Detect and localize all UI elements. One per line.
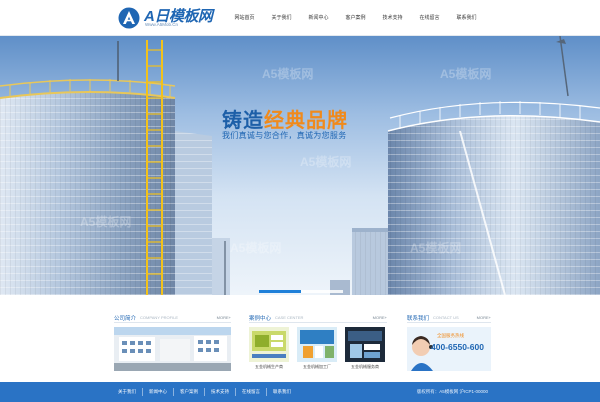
- cases-title-en: CASE CENTER: [275, 315, 304, 320]
- case-item[interactable]: 五金机械服务商: [345, 327, 385, 371]
- case-thumb-2: [297, 327, 337, 362]
- svg-text:A5模板网: A5模板网: [262, 66, 313, 81]
- hotline-label: 全国服务热线: [437, 333, 464, 338]
- case-item[interactable]: 五金机械加工厂: [297, 327, 337, 371]
- footer-link-support[interactable]: 技术支持: [205, 388, 236, 396]
- hero-subtitle: 我们真诚与您合作，真诚为您服务: [222, 131, 347, 140]
- footer-link-news[interactable]: 新闻中心: [143, 388, 174, 396]
- hotline-number: 400-6550-600: [431, 342, 484, 352]
- nav-home[interactable]: 网站首页: [226, 0, 263, 36]
- footer-links: 关于我们 新闻中心 客户案例 技术支持 在线留言 联系我们: [118, 382, 297, 402]
- footer-copyright: 版权所有：A5模板网 沪ICP1-00000: [416, 389, 488, 394]
- company-section-header: 公司简介 COMPANY PROFILE MORE+: [114, 314, 231, 323]
- cases-title: 案例中心: [249, 316, 272, 322]
- factory-image: [114, 327, 231, 371]
- svg-text:A5模板网: A5模板网: [440, 66, 491, 81]
- slogan-part-2: 经典品牌: [264, 110, 348, 132]
- hero-banner[interactable]: A5模板网 A5模板网 A5模板网 A5模板网 A5模板网 A5模板网 铸造经典…: [0, 36, 600, 295]
- logo-subtitle: Www.A5Mob.Cn: [145, 22, 179, 27]
- cases-more-link[interactable]: MORE+: [373, 315, 387, 320]
- slide-dot-2[interactable]: [301, 290, 343, 293]
- svg-text:A5模板网: A5模板网: [300, 154, 351, 169]
- contact-title-en: CONTACT US: [433, 315, 459, 320]
- company-more-link[interactable]: MORE+: [217, 315, 231, 320]
- company-title: 公司简介: [114, 316, 137, 322]
- case-caption: 五金机械加工厂: [303, 364, 331, 369]
- company-photo[interactable]: [114, 327, 231, 371]
- cases-section: 案例中心 CASE CENTER MORE+ 五金机械生产商 五金机械加工厂 五…: [249, 314, 387, 369]
- slogan-part-1: 铸造: [222, 110, 264, 132]
- slide-indicator: [259, 290, 343, 293]
- contact-section: 联系我们 CONTACT US MORE+ 全国服务热线 400-6550-60…: [407, 314, 491, 371]
- case-thumb-1: [249, 327, 289, 362]
- nav-news[interactable]: 新闻中心: [300, 0, 337, 36]
- nav-support[interactable]: 技术支持: [374, 0, 411, 36]
- contact-section-header: 联系我们 CONTACT US MORE+: [407, 314, 491, 323]
- cases-section-header: 案例中心 CASE CENTER MORE+: [249, 314, 387, 323]
- svg-text:A5模板网: A5模板网: [410, 240, 461, 255]
- site-logo[interactable]: A日模板网 Www.A5Mob.Cn: [118, 5, 214, 31]
- svg-text:A5模板网: A5模板网: [230, 240, 281, 255]
- nav-about[interactable]: 关于我们: [263, 0, 300, 36]
- footer-link-message[interactable]: 在线留言: [236, 388, 267, 396]
- logo-icon: [118, 7, 140, 29]
- main-nav: 网站首页 关于我们 新闻中心 客户案例 技术支持 在线留言 联系我们: [226, 0, 485, 36]
- footer-link-cases[interactable]: 客户案例: [174, 388, 205, 396]
- contact-title: 联系我们: [407, 316, 430, 322]
- slide-dot-1[interactable]: [259, 290, 301, 293]
- footer-link-contact[interactable]: 联系我们: [267, 388, 297, 396]
- company-section: 公司简介 COMPANY PROFILE MORE+: [114, 314, 231, 371]
- hero-slogan: 铸造经典品牌: [222, 104, 348, 133]
- nav-cases[interactable]: 客户案例: [337, 0, 374, 36]
- contact-banner[interactable]: 全国服务热线 400-6550-600: [407, 327, 491, 371]
- nav-message[interactable]: 在线留言: [411, 0, 448, 36]
- case-item[interactable]: 五金机械生产商: [249, 327, 289, 371]
- contact-more-link[interactable]: MORE+: [477, 315, 491, 320]
- nav-contact[interactable]: 联系我们: [448, 0, 485, 36]
- site-header: A日模板网 Www.A5Mob.Cn 网站首页 关于我们 新闻中心 客户案例 技…: [0, 0, 600, 36]
- case-caption: 五金机械服务商: [351, 364, 379, 369]
- company-title-en: COMPANY PROFILE: [140, 315, 179, 320]
- case-thumb-3: [345, 327, 385, 362]
- page: A日模板网 Www.A5Mob.Cn 网站首页 关于我们 新闻中心 客户案例 技…: [0, 0, 600, 402]
- case-caption: 五金机械生产商: [255, 364, 283, 369]
- site-footer: 关于我们 新闻中心 客户案例 技术支持 在线留言 联系我们 版权所有：A5模板网…: [0, 382, 600, 402]
- footer-link-about[interactable]: 关于我们: [118, 388, 143, 396]
- hero-image: A5模板网 A5模板网 A5模板网 A5模板网 A5模板网 A5模板网: [0, 36, 600, 295]
- svg-text:A5模板网: A5模板网: [80, 214, 131, 229]
